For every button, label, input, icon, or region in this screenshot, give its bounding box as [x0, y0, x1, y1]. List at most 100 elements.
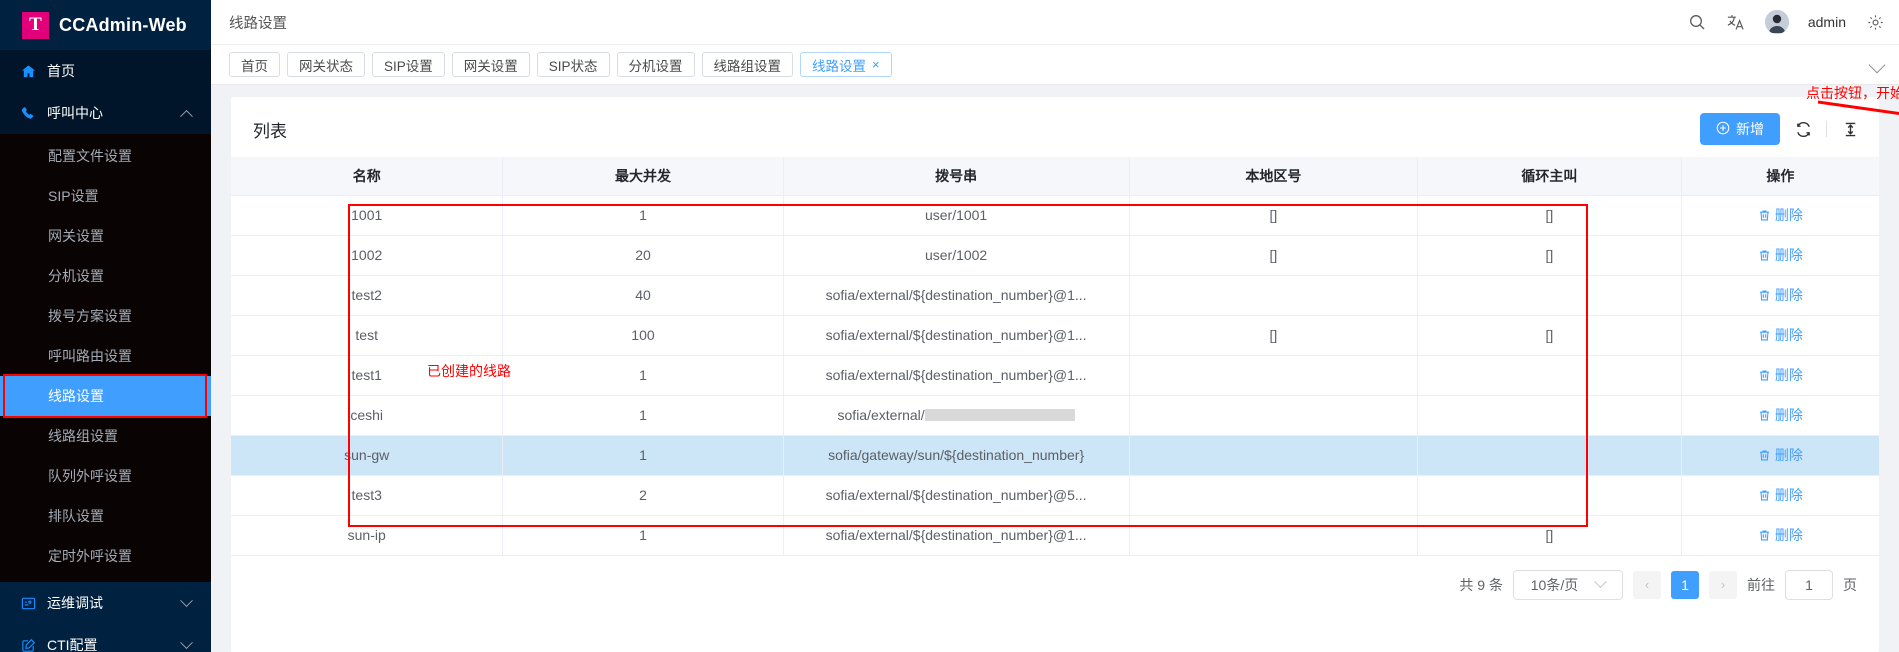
sidebar-item-extension-settings[interactable]: 分机设置	[0, 256, 211, 296]
delete-button[interactable]: 删除	[1758, 525, 1803, 545]
avatar[interactable]	[1765, 10, 1789, 34]
column-header-local-area[interactable]: 本地区号	[1129, 157, 1417, 195]
translate-icon[interactable]	[1726, 12, 1746, 32]
column-header-dial-string[interactable]: 拨号串	[783, 157, 1129, 195]
table-row[interactable]: 1002 20 user/1002 [] [] 删除	[231, 235, 1879, 275]
tab-extension-settings[interactable]: 分机设置	[617, 52, 695, 77]
jump-page-input[interactable]	[1785, 570, 1833, 600]
sidebar-item-call-route-settings[interactable]: 呼叫路由设置	[0, 336, 211, 376]
main-area: 线路设置 admin 首页 网关状态 SIP设置 网关	[211, 0, 1899, 652]
table-row[interactable]: test3 2 sofia/external/${destination_num…	[231, 475, 1879, 515]
page-size-select[interactable]: 10条/页	[1513, 570, 1623, 600]
edit-square-icon	[20, 637, 36, 652]
user-name[interactable]: admin	[1808, 14, 1846, 30]
refresh-icon[interactable]	[1794, 120, 1812, 138]
sidebar-item-cti-config[interactable]: CTI配置	[0, 624, 211, 652]
sidebar-item-sip-settings[interactable]: SIP设置	[0, 176, 211, 216]
prev-page-button[interactable]: ‹	[1633, 571, 1661, 599]
table-row[interactable]: test 100 sofia/external/${destination_nu…	[231, 315, 1879, 355]
tab-label: SIP状态	[549, 55, 598, 75]
dial-string-text: sofia/external/	[838, 407, 925, 423]
sidebar-item-queue-settings[interactable]: 排队设置	[0, 496, 211, 536]
cell-dial-string: sofia/external/${destination_number}@1..…	[783, 315, 1129, 355]
sidebar-item-queue-outbound-settings[interactable]: 队列外呼设置	[0, 456, 211, 496]
cell-actions: 删除	[1681, 355, 1879, 395]
cell-max-concurrent: 1	[503, 435, 783, 475]
sidebar-item-dialplan-settings[interactable]: 拨号方案设置	[0, 296, 211, 336]
table-row[interactable]: 1001 1 user/1001 [] [] 删除	[231, 195, 1879, 235]
lines-table: 名称 最大并发 拨号串 本地区号 循环主叫 操作 1001 1 user/100	[231, 157, 1879, 556]
tab-home[interactable]: 首页	[229, 52, 280, 77]
trash-icon	[1758, 449, 1771, 462]
tab-gateway-status[interactable]: 网关状态	[287, 52, 365, 77]
delete-button[interactable]: 删除	[1758, 485, 1803, 505]
sidebar-item-profile-settings[interactable]: 配置文件设置	[0, 136, 211, 176]
next-page-button[interactable]: ›	[1709, 571, 1737, 599]
tab-sip-settings[interactable]: SIP设置	[372, 52, 445, 77]
delete-button[interactable]: 删除	[1758, 285, 1803, 305]
cell-dial-string: user/1001	[783, 195, 1129, 235]
cell-local-area: []	[1129, 315, 1417, 355]
sidebar-item-ops-debug[interactable]: 运维调试	[0, 582, 211, 624]
cell-actions: 删除	[1681, 195, 1879, 235]
tab-sip-status[interactable]: SIP状态	[537, 52, 610, 77]
gear-icon[interactable]	[1865, 12, 1885, 32]
table-row[interactable]: test2 40 sofia/external/${destination_nu…	[231, 275, 1879, 315]
sidebar-item-scheduled-outbound-settings[interactable]: 定时外呼设置	[0, 536, 211, 576]
sidebar-item-home[interactable]: 首页	[0, 50, 211, 92]
delete-button[interactable]: 删除	[1758, 405, 1803, 425]
sidebar-item-label: 网关设置	[48, 226, 104, 246]
add-button-label: 新增	[1736, 119, 1764, 139]
tab-line-group-settings[interactable]: 线路组设置	[702, 52, 794, 77]
sidebar-item-label: 线路组设置	[48, 426, 118, 446]
sidebar-item-call-center[interactable]: 呼叫中心	[0, 92, 211, 134]
tab-label: 线路组设置	[714, 55, 782, 75]
pagination: 共 9 条 10条/页 ‹ 1 › 前往 页	[231, 556, 1879, 600]
column-settings-icon[interactable]	[1841, 120, 1859, 138]
table-row[interactable]: sun-ip 1 sofia/external/${destination_nu…	[231, 515, 1879, 555]
column-header-name[interactable]: 名称	[231, 157, 503, 195]
delete-button[interactable]: 删除	[1758, 205, 1803, 225]
close-icon[interactable]: ×	[872, 58, 880, 71]
table-row[interactable]: ceshi 1 sofia/external/ 删除	[231, 395, 1879, 435]
column-header-loop-caller[interactable]: 循环主叫	[1418, 157, 1682, 195]
column-header-max-concurrent[interactable]: 最大并发	[503, 157, 783, 195]
tab-gateway-settings[interactable]: 网关设置	[452, 52, 530, 77]
tab-label: 网关状态	[299, 55, 353, 75]
add-button[interactable]: 新增	[1700, 113, 1780, 145]
sidebar-item-line-settings[interactable]: 线路设置	[0, 376, 211, 416]
app-root: T CCAdmin-Web 首页 呼叫中心 配置文件设置 SIP设置 网关设置	[0, 0, 1899, 652]
delete-button[interactable]: 删除	[1758, 245, 1803, 265]
column-header-actions[interactable]: 操作	[1681, 157, 1879, 195]
cell-loop-caller	[1418, 475, 1682, 515]
delete-button[interactable]: 删除	[1758, 365, 1803, 385]
sidebar-item-cti-config-label: CTI配置	[47, 635, 98, 652]
sidebar: T CCAdmin-Web 首页 呼叫中心 配置文件设置 SIP设置 网关设置	[0, 0, 211, 652]
tab-line-settings[interactable]: 线路设置 ×	[800, 52, 892, 77]
sidebar-item-label: 线路设置	[48, 386, 104, 406]
page-number-1[interactable]: 1	[1671, 571, 1699, 599]
cell-name: test3	[231, 475, 503, 515]
sidebar-item-call-center-label: 呼叫中心	[47, 103, 103, 123]
delete-button[interactable]: 删除	[1758, 325, 1803, 345]
cell-name: test2	[231, 275, 503, 315]
delete-button[interactable]: 删除	[1758, 445, 1803, 465]
search-icon[interactable]	[1687, 12, 1707, 32]
cell-max-concurrent: 1	[503, 195, 783, 235]
cell-loop-caller: []	[1418, 195, 1682, 235]
chevron-down-icon[interactable]	[1869, 56, 1886, 73]
cell-local-area	[1129, 275, 1417, 315]
jump-label: 前往	[1747, 575, 1775, 595]
cell-loop-caller	[1418, 275, 1682, 315]
delete-label: 删除	[1775, 325, 1803, 345]
tabbar: 首页 网关状态 SIP设置 网关设置 SIP状态 分机设置 线路组设置 线路设置…	[211, 45, 1899, 85]
annotation-list-hint: 已创建的线路	[427, 361, 511, 381]
trash-icon	[1758, 369, 1771, 382]
cell-actions: 删除	[1681, 275, 1879, 315]
brand[interactable]: T CCAdmin-Web	[0, 0, 211, 50]
cell-max-concurrent: 40	[503, 275, 783, 315]
sidebar-item-line-group-settings[interactable]: 线路组设置	[0, 416, 211, 456]
sidebar-item-home-label: 首页	[47, 61, 75, 81]
table-row[interactable]: sun-gw 1 sofia/gateway/sun/${destination…	[231, 435, 1879, 475]
sidebar-item-gateway-settings[interactable]: 网关设置	[0, 216, 211, 256]
